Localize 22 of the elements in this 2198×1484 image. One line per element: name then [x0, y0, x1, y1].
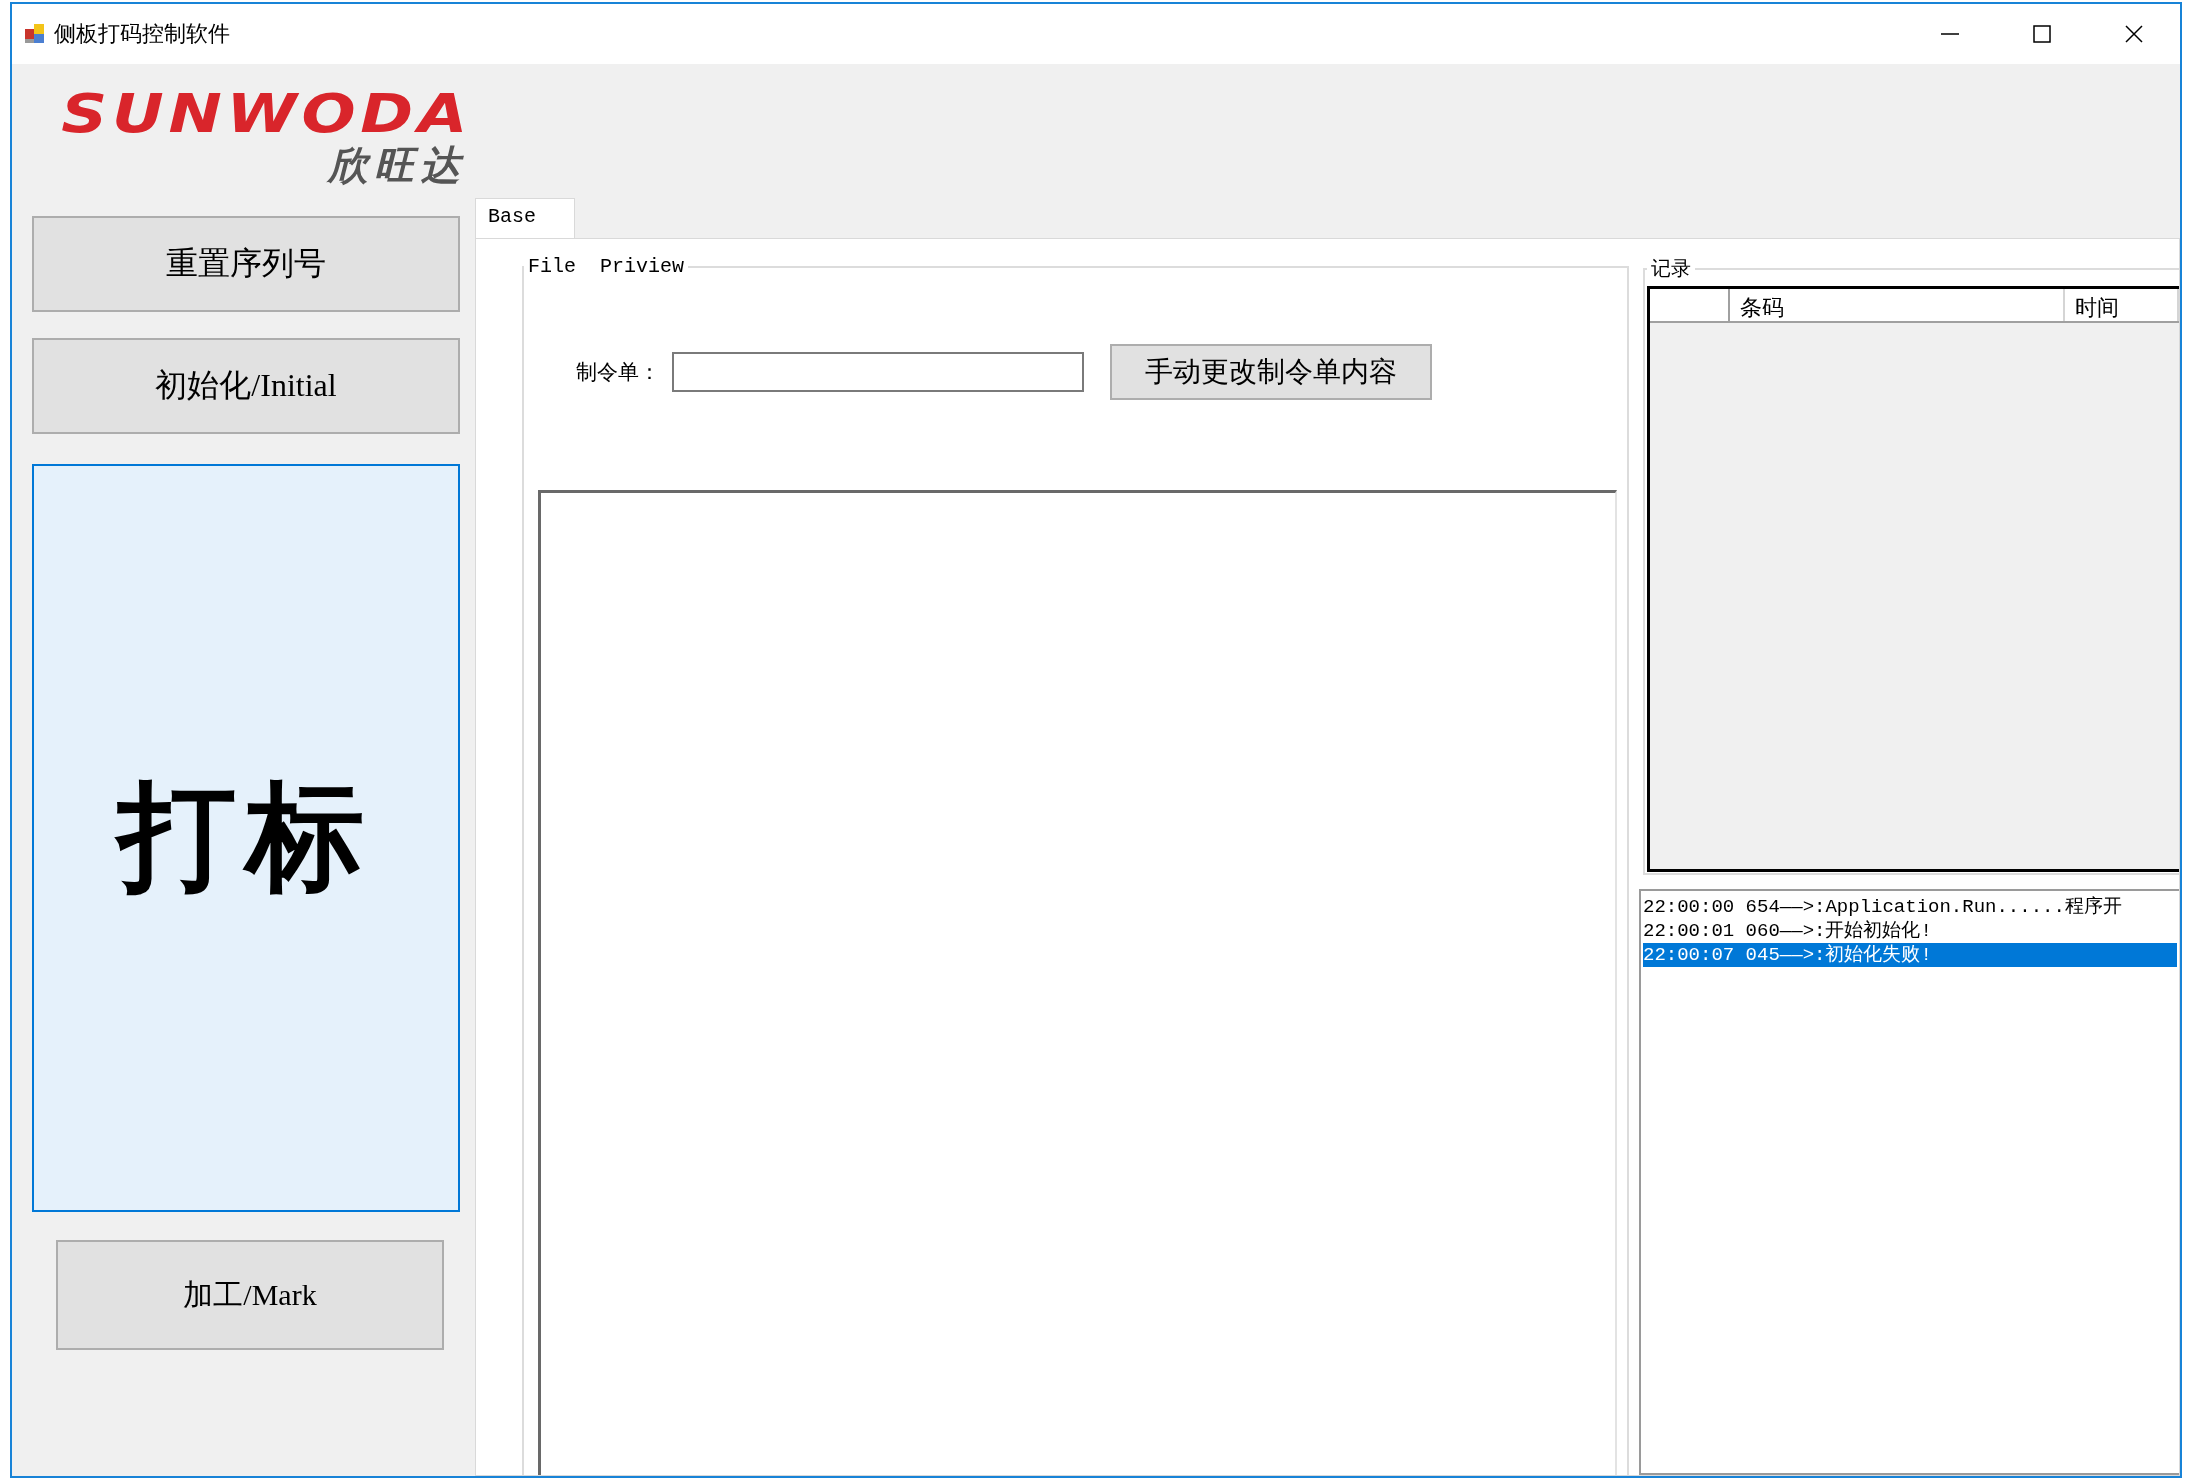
log-entry[interactable]: 22:00:00 654——>:Application.Run......程序开 — [1643, 895, 2177, 919]
tab[interactable]: Base — [475, 198, 575, 238]
log-entry[interactable]: 22:00:01 060——>:开始初始化! — [1643, 919, 2177, 943]
window-title: 侧板打码控制软件 — [54, 20, 231, 48]
app-icon — [24, 23, 46, 45]
log-entry[interactable]: 22:00:07 045——>:初始化失败! — [1643, 943, 2177, 967]
group-title: File Priview — [527, 255, 686, 278]
side-button[interactable]: 初始化/Initial — [32, 338, 460, 434]
order-input-field[interactable] — [672, 352, 1084, 392]
logo-subtitle: 欣旺达 — [328, 142, 466, 188]
column-header[interactable]: 时间 — [2065, 289, 2179, 321]
maximize-icon — [2032, 24, 2052, 44]
logo-wordmark: SUNWODA — [61, 86, 472, 142]
side-button[interactable]: 重置序列号 — [32, 216, 460, 312]
mark-button[interactable]: 打标 — [32, 464, 460, 1212]
edit-order-button[interactable]: 手动更改制令单内容 — [1110, 344, 1432, 400]
side-button[interactable]: 加工/Mark — [56, 1240, 444, 1350]
minimize-icon — [1941, 33, 1959, 35]
group-title: 记录 — [1650, 255, 1692, 282]
field-label: 制令单： — [576, 359, 660, 386]
column-header[interactable]: 条码 — [1730, 289, 2065, 321]
close-icon — [2124, 24, 2144, 44]
